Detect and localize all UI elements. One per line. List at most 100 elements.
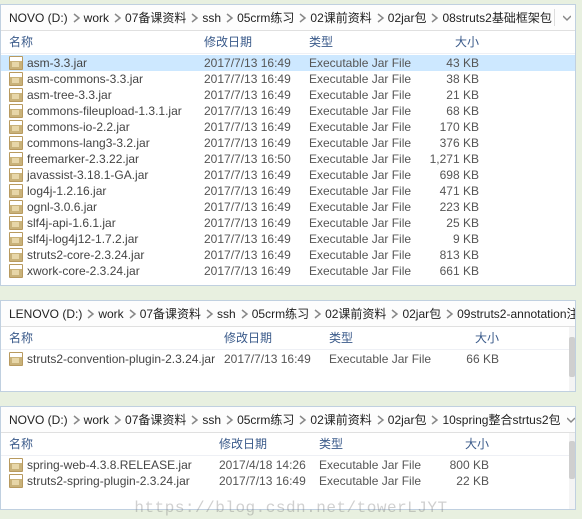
file-row[interactable]: spring-web-4.3.8.RELEASE.jar2017/4/18 14… [1, 457, 575, 473]
file-name: commons-io-2.2.jar [27, 120, 130, 134]
chevron-right-icon [191, 13, 199, 23]
file-name: struts2-spring-plugin-2.3.24.jar [27, 474, 190, 488]
header-date[interactable]: 修改日期 [219, 435, 319, 452]
chevron-down-icon[interactable] [567, 416, 575, 424]
crumb[interactable]: 02jar包 [388, 9, 427, 26]
chevron-right-icon [114, 13, 122, 23]
file-row[interactable]: log4j-1.2.16.jar2017/7/13 16:49Executabl… [1, 183, 575, 199]
file-list: asm-3.3.jar2017/7/13 16:49Executable Jar… [1, 54, 575, 285]
header-size[interactable]: 大小 [419, 33, 479, 50]
crumb[interactable]: 02课前资料 [310, 9, 371, 26]
scrollbar[interactable] [569, 327, 575, 391]
crumb[interactable]: ssh [217, 307, 236, 321]
chevron-right-icon [114, 415, 122, 425]
crumb[interactable]: ssh [202, 11, 221, 25]
file-row[interactable]: commons-io-2.2.jar2017/7/13 16:49Executa… [1, 119, 575, 135]
file-row[interactable]: asm-tree-3.3.jar2017/7/13 16:49Executabl… [1, 87, 575, 103]
jar-file-icon [9, 136, 23, 150]
file-row[interactable]: struts2-convention-plugin-2.3.24.jar2017… [1, 351, 575, 367]
crumb[interactable]: 07备课资料 [125, 9, 186, 26]
file-date: 2017/7/13 16:49 [204, 136, 309, 150]
file-row[interactable]: asm-3.3.jar2017/7/13 16:49Executable Jar… [1, 55, 575, 71]
chevron-right-icon [377, 415, 385, 425]
crumb[interactable]: 05crm练习 [252, 305, 309, 322]
file-size: 9 KB [419, 232, 479, 246]
file-name: commons-lang3-3.2.jar [27, 136, 150, 150]
crumb[interactable]: LENOVO (D:) [9, 307, 82, 321]
file-size: 1,271 KB [419, 152, 479, 166]
crumb[interactable]: work [98, 307, 123, 321]
scrollbar[interactable] [569, 433, 575, 509]
file-name: slf4j-api-1.6.1.jar [27, 216, 116, 230]
crumb[interactable]: 08struts2基础框架包 [442, 9, 551, 26]
header-name[interactable]: 名称 [9, 435, 219, 452]
chevron-right-icon [73, 13, 81, 23]
crumb[interactable]: NOVO (D:) [9, 413, 68, 427]
chevron-down-icon[interactable] [563, 14, 571, 22]
file-row[interactable]: xwork-core-2.3.24.jar2017/7/13 16:49Exec… [1, 263, 575, 279]
crumb[interactable]: work [84, 413, 109, 427]
file-type: Executable Jar File [309, 88, 419, 102]
header-type[interactable]: 类型 [309, 33, 419, 50]
file-name: slf4j-log4j12-1.7.2.jar [27, 232, 138, 246]
chevron-right-icon [314, 309, 322, 319]
header-name[interactable]: 名称 [9, 33, 204, 50]
crumb[interactable]: work [84, 11, 109, 25]
header-name[interactable]: 名称 [9, 329, 224, 346]
breadcrumb[interactable]: NOVO (D:) work 07备课资料 ssh 05crm练习 02课前资料… [1, 407, 575, 433]
crumb[interactable]: 02课前资料 [325, 305, 386, 322]
file-date: 2017/7/13 16:49 [219, 474, 319, 488]
crumb[interactable]: 02jar包 [388, 411, 427, 428]
header-type[interactable]: 类型 [319, 435, 429, 452]
jar-file-icon [9, 232, 23, 246]
scroll-thumb[interactable] [569, 441, 575, 479]
crumb[interactable]: 02课前资料 [310, 411, 371, 428]
file-row[interactable]: slf4j-api-1.6.1.jar2017/7/13 16:49Execut… [1, 215, 575, 231]
refresh-icon[interactable] [571, 10, 575, 26]
file-type: Executable Jar File [309, 136, 419, 150]
jar-file-icon [9, 264, 23, 278]
header-size[interactable]: 大小 [439, 329, 499, 346]
search-box[interactable]: 搜索"08struts2基 [554, 9, 575, 26]
file-date: 2017/4/18 14:26 [219, 458, 319, 472]
file-size: 38 KB [419, 72, 479, 86]
file-type: Executable Jar File [309, 56, 419, 70]
crumb[interactable]: 09struts2-annotation注解包 [457, 305, 575, 322]
file-row[interactable]: struts2-spring-plugin-2.3.24.jar 2017/7/1… [1, 473, 575, 489]
file-row[interactable]: struts2-core-2.3.24.jar2017/7/13 16:49Ex… [1, 247, 575, 263]
jar-file-icon [9, 168, 23, 182]
jar-file-icon [9, 216, 23, 230]
file-name: ognl-3.0.6.jar [27, 200, 97, 214]
crumb[interactable]: 10spring整合strtus2包 [442, 411, 560, 428]
breadcrumb[interactable]: LENOVO (D:) work 07备课资料 ssh 05crm练习 02课前… [1, 301, 575, 327]
header-size[interactable]: 大小 [429, 435, 489, 452]
header-date[interactable]: 修改日期 [204, 33, 309, 50]
header-date[interactable]: 修改日期 [224, 329, 329, 346]
file-row[interactable]: ognl-3.0.6.jar2017/7/13 16:49Executable … [1, 199, 575, 215]
header-type[interactable]: 类型 [329, 329, 439, 346]
crumb[interactable]: NOVO (D:) [9, 11, 68, 25]
file-row[interactable]: javassist-3.18.1-GA.jar2017/7/13 16:49Ex… [1, 167, 575, 183]
crumb[interactable]: ssh [202, 413, 221, 427]
jar-file-icon [9, 88, 23, 102]
crumb[interactable]: 07备课资料 [140, 305, 201, 322]
file-type: Executable Jar File [319, 474, 429, 488]
file-row[interactable]: commons-fileupload-1.3.1.jar2017/7/13 16… [1, 103, 575, 119]
file-row[interactable]: freemarker-2.3.22.jar2017/7/13 16:50Exec… [1, 151, 575, 167]
file-name: asm-3.3.jar [27, 56, 87, 70]
file-date: 2017/7/13 16:49 [204, 184, 309, 198]
jar-file-icon [9, 120, 23, 134]
crumb[interactable]: 05crm练习 [237, 411, 294, 428]
scroll-thumb[interactable] [569, 337, 575, 377]
crumb[interactable]: 07备课资料 [125, 411, 186, 428]
chevron-right-icon [377, 13, 385, 23]
file-type: Executable Jar File [309, 184, 419, 198]
file-row[interactable]: asm-commons-3.3.jar2017/7/13 16:49Execut… [1, 71, 575, 87]
breadcrumb[interactable]: NOVO (D:) work 07备课资料 ssh 05crm练习 02课前资料… [1, 5, 575, 31]
file-row[interactable]: commons-lang3-3.2.jar 2017/7/13 16:49Exec… [1, 135, 575, 151]
file-type: Executable Jar File [309, 200, 419, 214]
chevron-right-icon [431, 13, 439, 23]
file-row[interactable]: slf4j-log4j12-1.7.2.jar2017/7/13 16:49Ex… [1, 231, 575, 247]
crumb[interactable]: 05crm练习 [237, 9, 294, 26]
crumb[interactable]: 02jar包 [402, 305, 441, 322]
